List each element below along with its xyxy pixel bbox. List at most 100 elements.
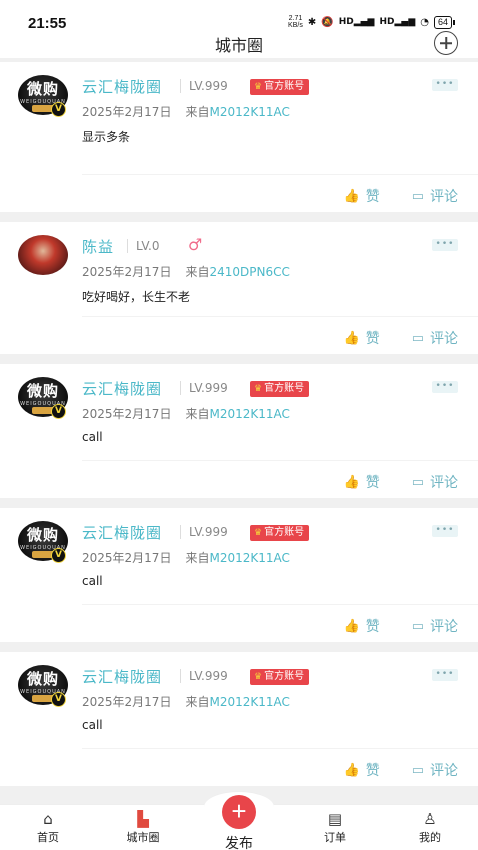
like-button[interactable]: 👍 赞 [344, 472, 380, 492]
divider [82, 174, 478, 175]
thumbs-up-icon: 👍 [343, 618, 360, 634]
verified-badge: V [51, 692, 66, 707]
tab-city-circle[interactable]: ▙ 城市圈 [113, 811, 173, 845]
battery-icon: 64 [433, 15, 456, 29]
author-name[interactable]: 云汇梅陇圈 [82, 76, 162, 97]
comment-icon: ▭ [411, 474, 424, 490]
device-name: M2012K11AC [209, 407, 290, 421]
mute-icon: 🔕 [321, 16, 334, 28]
publish-label[interactable]: 发布 [204, 833, 274, 850]
comment-button[interactable]: ▭ 评论 [412, 760, 458, 780]
post-actions: 👍 赞 ▭ 评论 [344, 760, 458, 780]
comment-icon: ▭ [411, 188, 424, 204]
level-label: LV.999 [180, 669, 228, 683]
device-name: M2012K11AC [209, 105, 290, 119]
post-date: 2025年2月17日 [82, 105, 172, 119]
more-button[interactable]: ••• [432, 239, 458, 251]
avatar[interactable]: 微购 WEIGOUQUAN V [18, 377, 68, 419]
status-icons: 2.71 KB/s ✱ 🔕 HD▂▄▆ HD▂▄▆ ◔ 64 [288, 15, 456, 29]
add-post-button[interactable] [434, 31, 458, 55]
level-label: LV.999 [180, 525, 228, 539]
level-label: LV.999 [180, 381, 228, 395]
author-name[interactable]: 陈益 [82, 236, 114, 257]
post-content: call [82, 430, 103, 444]
from-label: 来自 [185, 695, 210, 709]
post-actions: 👍 赞 ▭ 评论 [344, 616, 458, 636]
like-button[interactable]: 👍 赞 [344, 186, 380, 206]
comment-icon: ▭ [411, 330, 424, 346]
official-badge: ♛ 官方账号 [250, 79, 310, 95]
more-button[interactable]: ••• [432, 525, 458, 537]
post-content: 显示多条 [82, 130, 131, 144]
signal-icon-2: HD▂▄▆ [379, 17, 416, 27]
crown-icon: ♛ [254, 384, 263, 394]
post-card: 微购 WEIGOUQUAN V 云汇梅陇圈 LV.999 ♛ 官方账号 ••• 2… [0, 364, 478, 498]
comment-button[interactable]: ▭ 评论 [412, 186, 458, 206]
thumbs-up-icon: 👍 [343, 330, 360, 346]
post-card: 陈益 LV.0 ♂ ••• 2025年2月17日 来自2410DPN6CC 吃好喝… [0, 222, 478, 354]
author-name[interactable]: 云汇梅陇圈 [82, 522, 162, 543]
like-button[interactable]: 👍 赞 [344, 328, 380, 348]
verified-badge: V [51, 404, 66, 419]
home-icon: ⌂ [43, 810, 53, 828]
post-meta: 2025年2月17日 来自M2012K11AC [82, 549, 290, 566]
divider [82, 604, 478, 605]
orders-icon: ▤ [327, 810, 343, 828]
post-card: 微购 WEIGOUQUAN V 云汇梅陇圈 LV.999 ♛ 官方账号 ••• 2… [0, 508, 478, 642]
comment-icon: ▭ [411, 618, 424, 634]
thumbs-up-icon: 👍 [343, 474, 360, 490]
author-name[interactable]: 云汇梅陇圈 [82, 666, 162, 687]
page-title: 城市圈 [214, 36, 263, 55]
like-button[interactable]: 👍 赞 [344, 616, 380, 636]
comment-icon: ▭ [411, 762, 424, 778]
post-meta: 2025年2月17日 来自2410DPN6CC [82, 263, 290, 280]
tab-home[interactable]: ⌂ 首页 [18, 811, 78, 845]
comment-button[interactable]: ▭ 评论 [412, 328, 458, 348]
tab-orders[interactable]: ▤ 订单 [305, 811, 365, 845]
post-date: 2025年2月17日 [82, 695, 172, 709]
divider [82, 316, 478, 317]
comment-button[interactable]: ▭ 评论 [412, 472, 458, 492]
more-button[interactable]: ••• [432, 79, 458, 91]
avatar[interactable]: 微购 WEIGOUQUAN V [18, 521, 68, 563]
more-button[interactable]: ••• [432, 381, 458, 393]
male-icon: ♂ [188, 235, 203, 254]
more-button[interactable]: ••• [432, 669, 458, 681]
city-icon: ▙ [137, 810, 149, 828]
device-name: M2012K11AC [209, 695, 290, 709]
crown-icon: ♛ [254, 672, 263, 682]
publish-button[interactable]: + [222, 795, 256, 829]
divider [82, 748, 478, 749]
thumbs-up-icon: 👍 [343, 762, 360, 778]
post-actions: 👍 赞 ▭ 评论 [344, 186, 458, 206]
from-label: 来自 [185, 551, 210, 565]
user-icon: ♙ [423, 810, 437, 828]
user-photo-icon [18, 235, 68, 275]
signal-icon-1: HD▂▄▆ [338, 17, 375, 27]
like-button[interactable]: 👍 赞 [344, 760, 380, 780]
from-label: 来自 [185, 105, 210, 119]
verified-badge: V [51, 102, 66, 117]
thumbs-up-icon: 👍 [343, 188, 360, 204]
author-name[interactable]: 云汇梅陇圈 [82, 378, 162, 399]
crown-icon: ♛ [254, 528, 263, 538]
post-meta: 2025年2月17日 来自M2012K11AC [82, 405, 290, 422]
device-name: 2410DPN6CC [209, 265, 290, 279]
comment-button[interactable]: ▭ 评论 [412, 616, 458, 636]
tab-mine[interactable]: ♙ 我的 [400, 811, 460, 845]
divider [82, 460, 478, 461]
avatar[interactable]: 微购 WEIGOUQUAN V [18, 75, 68, 117]
post-card: 微购 WEIGOUQUAN V 云汇梅陇圈 LV.999 ♛ 官方账号 ••• 2… [0, 62, 478, 212]
post-content: 吃好喝好，长生不老 [82, 290, 191, 304]
avatar[interactable]: 微购 WEIGOUQUAN V [18, 665, 68, 707]
from-label: 来自 [185, 265, 210, 279]
post-actions: 👍 赞 ▭ 评论 [344, 328, 458, 348]
avatar[interactable] [18, 235, 68, 275]
from-label: 来自 [185, 407, 210, 421]
level-label: LV.0 [127, 239, 159, 253]
verified-badge: V [51, 548, 66, 563]
post-card: 微购 WEIGOUQUAN V 云汇梅陇圈 LV.999 ♛ 官方账号 ••• 2… [0, 652, 478, 786]
post-date: 2025年2月17日 [82, 551, 172, 565]
official-badge: ♛ 官方账号 [250, 669, 310, 685]
network-speed: 2.71 KB/s [288, 15, 303, 29]
